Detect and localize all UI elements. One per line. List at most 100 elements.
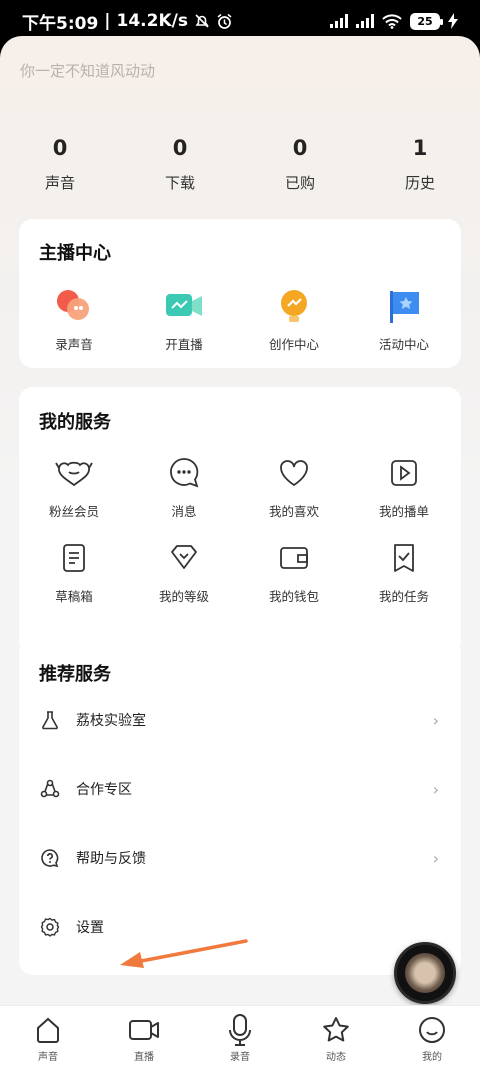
live-icon [128,1014,160,1046]
playlist-icon [384,453,424,493]
floating-player-button[interactable] [394,942,456,1004]
chevron-right-icon: › [432,710,439,730]
charging-icon [448,13,458,29]
nav-label: 动态 [326,1052,346,1063]
nav-live[interactable]: 直播 [96,1006,192,1067]
grid-label: 我的任务 [378,589,429,604]
grid-label: 活动中心 [378,337,429,352]
row-label: 合作专区 [76,782,132,798]
drafts-button[interactable]: 草稿箱 [19,538,129,605]
heart-icon [274,453,314,493]
gear-icon [39,916,61,938]
fan-member-icon [54,453,94,493]
stat-label: 历史 [404,174,435,192]
nav-label: 声音 [38,1052,58,1063]
cooperation-icon [39,778,61,800]
my-level-button[interactable]: 我的等级 [129,538,239,605]
my-services-title: 我的服务 [39,412,111,433]
recommended-services-card: 推荐服务 荔枝实验室 › 合作专区 › 帮助与反馈 › 设置 [19,639,461,975]
chevron-right-icon: › [432,779,439,799]
mute-bell-icon [195,14,209,28]
anchor-center-title: 主播中心 [39,243,111,264]
record-voice-button[interactable]: 录声音 [19,286,129,353]
help-feedback-row[interactable]: 帮助与反馈 › [19,838,461,878]
grid-label: 我的喜欢 [268,504,319,519]
activity-center-button[interactable]: 活动中心 [349,286,459,353]
activity-flag-icon [384,286,424,326]
battery-indicator: 25 [410,12,443,30]
profile-screen: 你一定不知道风动动 0 声音 0 下载 0 已购 1 历史 主播中心 录声音 开… [0,36,480,1067]
row-label: 荔枝实验室 [76,713,146,729]
level-icon [164,538,204,578]
nav-feed[interactable]: 动态 [288,1006,384,1067]
grid-label: 开直播 [165,337,203,352]
message-button[interactable]: 消息 [129,453,239,520]
stat-value: 0 [292,136,308,160]
grid-label: 消息 [171,504,197,519]
stat-history[interactable]: 1 历史 [360,136,480,193]
home-icon [32,1014,64,1046]
stat-label: 声音 [44,174,75,192]
profile-signature[interactable]: 你一定不知道风动动 [20,60,155,81]
nav-mine[interactable]: 我的 [384,1006,480,1067]
my-tasks-button[interactable]: 我的任务 [349,538,459,605]
grid-label: 我的播单 [378,504,429,519]
grid-label: 我的钱包 [268,589,319,604]
my-playlist-button[interactable]: 我的播单 [349,453,459,520]
my-services-card: 我的服务 粉丝会员 消息 我的喜欢 我的播单 草稿箱 我的等级 我的钱包 我的任… [19,387,461,655]
creation-bulb-icon [274,286,314,326]
profile-icon [416,1014,448,1046]
status-left: 下午5:09 | 14.2K/s [22,9,233,34]
message-icon [164,453,204,493]
stat-sounds[interactable]: 0 声音 [0,136,120,193]
wallet-icon [274,538,314,578]
grid-label: 创作中心 [268,337,319,352]
network-speed: 14.2K/s [116,11,188,31]
row-label: 帮助与反馈 [76,851,146,867]
recommended-title: 推荐服务 [39,664,111,685]
cooperation-row[interactable]: 合作专区 › [19,769,461,809]
wifi-icon [382,13,402,29]
stat-label: 已购 [284,174,315,192]
stat-value: 0 [52,136,68,160]
stat-purchased[interactable]: 0 已购 [240,136,360,193]
signal-2-icon [356,14,374,28]
stat-value: 1 [412,136,428,160]
grid-label: 粉丝会员 [48,504,99,519]
signal-1-icon [330,14,348,28]
nav-sounds[interactable]: 声音 [0,1006,96,1067]
chevron-right-icon: › [432,848,439,868]
bottom-nav: 声音 直播 录音 动态 我的 [0,1005,480,1067]
stat-label: 下载 [164,174,195,192]
stat-value: 0 [172,136,188,160]
nav-label: 录音 [230,1052,250,1063]
start-live-button[interactable]: 开直播 [129,286,239,353]
task-icon [384,538,424,578]
grid-label: 录声音 [55,337,93,352]
microphone-icon [224,1014,256,1046]
alarm-icon [217,13,232,29]
grid-label: 草稿箱 [55,589,93,604]
nav-label: 我的 [422,1052,442,1063]
nav-label: 直播 [134,1052,154,1063]
stat-downloads[interactable]: 0 下载 [120,136,240,193]
creation-center-button[interactable]: 创作中心 [239,286,349,353]
record-voice-icon [54,286,94,326]
anchor-center-card: 主播中心 录声音 开直播 创作中心 活动中心 [19,219,461,368]
star-icon [320,1014,352,1046]
help-icon [39,847,61,869]
lizhi-lab-row[interactable]: 荔枝实验室 › [19,700,461,740]
fan-member-button[interactable]: 粉丝会员 [19,453,129,520]
my-wallet-button[interactable]: 我的钱包 [239,538,349,605]
draft-icon [54,538,94,578]
status-right: 25 [330,12,458,30]
nav-record[interactable]: 录音 [192,1006,288,1067]
flask-icon [39,709,61,731]
grid-label: 我的等级 [158,589,209,604]
live-camera-icon [164,286,204,326]
status-time: 下午5:09 [22,13,99,34]
row-label: 设置 [76,920,104,936]
annotation-arrow [120,939,248,968]
stats-row: 0 声音 0 下载 0 已购 1 历史 [0,136,480,193]
my-likes-button[interactable]: 我的喜欢 [239,453,349,520]
